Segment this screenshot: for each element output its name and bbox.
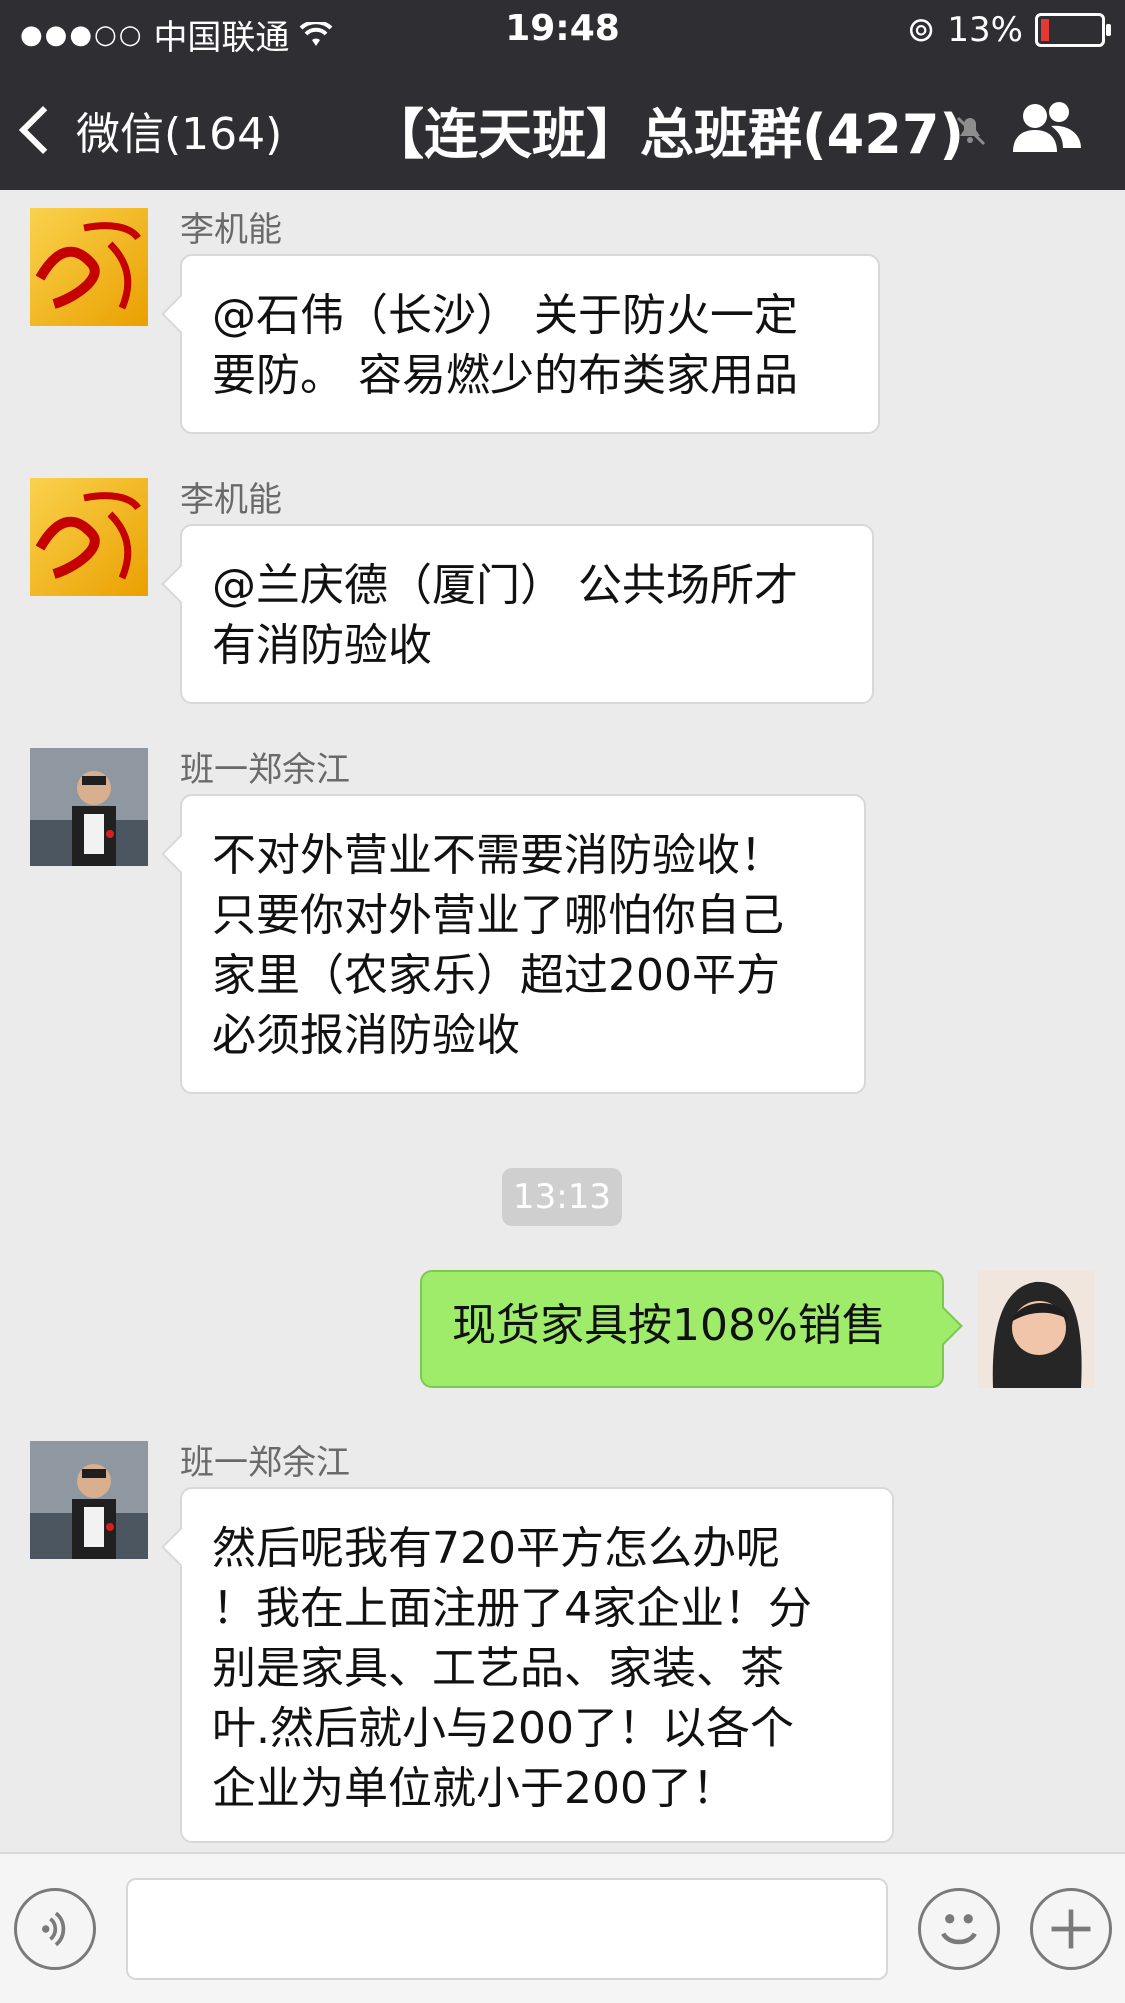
message-bubble[interactable]: 现货家具按108%销售 [420,1270,944,1388]
message-line: 然后呢我有720平方怎么办呢 [212,1523,780,1574]
avatar[interactable] [977,1270,1095,1388]
back-button[interactable]: 微信(164) [18,98,283,162]
battery-icon [1035,13,1111,47]
battery-percent: 13% [947,10,1023,50]
message-bubble[interactable]: 不对外营业不需要消防验收！ 只要你对外营业了哪怕你自己 家里（农家乐）超过200… [180,794,866,1094]
message-line: 有消防验收 [212,620,432,671]
sender-name: 班一郑余江 [180,750,350,790]
microphone-wave-icon [42,1911,66,1947]
status-bar: ●●●○○ 中国联通 19:48 ⊚ 13% [0,0,1125,60]
message-input[interactable] [126,1878,888,1980]
message-line: 要防。 容易燃少的布类家用品 [212,350,798,401]
back-label: 微信(164) [76,109,283,160]
message-line: 只要你对外营业了哪怕你自己 [212,890,784,941]
message-line: 现货家具按108%销售 [452,1300,886,1351]
message-bubble[interactable]: @兰庆德（厦门） 公共场所才 有消防验收 [180,524,874,704]
message-line: 叶.然后就小与200了！以各个 [212,1703,794,1754]
message-item: 李机能 @石伟（长沙） 关于防火一定 要防。 容易燃少的布类家用品 [0,190,1125,440]
message-line: @石伟（长沙） 关于防火一定 [212,290,798,341]
chevron-left-icon [18,105,68,155]
avatar[interactable] [30,748,148,866]
emoji-icon [941,1914,977,1945]
voice-button[interactable] [14,1888,96,1970]
sender-name: 李机能 [180,210,282,250]
status-right: ⊚ 13% [906,10,1111,50]
message-line: 别是家具、工艺品、家装、茶 [212,1643,784,1694]
sender-name: 李机能 [180,480,282,520]
message-line: 不对外营业不需要消防验收！ [212,830,784,881]
message-item: 班一郑余江 不对外营业不需要消防验收！ 只要你对外营业了哪怕你自己 家里（农家乐… [0,730,1125,1120]
message-line: @兰庆德（厦门） 公共场所才 [212,560,798,611]
rotation-lock-icon: ⊚ [906,10,936,50]
avatar[interactable] [30,478,148,596]
chat-history: 李机能 @石伟（长沙） 关于防火一定 要防。 容易燃少的布类家用品 李机能 @兰… [0,190,1125,1850]
avatar[interactable] [30,208,148,326]
message-item: 李机能 @兰庆德（厦门） 公共场所才 有消防验收 [0,460,1125,710]
message-line: ！我在上面注册了4家企业！分 [212,1583,812,1634]
group-members-icon[interactable] [1007,98,1085,158]
message-line: 家里（农家乐）超过200平方 [212,950,780,1001]
avatar[interactable] [30,1441,148,1559]
message-bubble[interactable]: @石伟（长沙） 关于防火一定 要防。 容易燃少的布类家用品 [180,254,880,434]
chat-title: 【连天班】总班群(427) [370,103,965,166]
plus-button[interactable] [1030,1888,1112,1970]
chat-header: 微信(164) 【连天班】总班群(427) [0,60,1125,190]
mute-icon [950,110,990,150]
message-item: 班一郑余江 然后呢我有720平方怎么办呢 ！我在上面注册了4家企业！分 别是家具… [0,1423,1125,1843]
message-item: 现货家具按108%销售 [0,1270,1125,1420]
plus-icon [1051,1909,1091,1949]
time-divider: 13:13 [502,1168,622,1226]
sender-name: 班一郑余江 [180,1443,350,1483]
emoji-button[interactable] [918,1888,1000,1970]
message-line: 必须报消防验收 [212,1010,520,1061]
message-bubble[interactable]: 然后呢我有720平方怎么办呢 ！我在上面注册了4家企业！分 别是家具、工艺品、家… [180,1487,894,1843]
message-input-bar [0,1852,1125,2003]
message-line: 企业为单位就小于200了！ [212,1763,736,1814]
